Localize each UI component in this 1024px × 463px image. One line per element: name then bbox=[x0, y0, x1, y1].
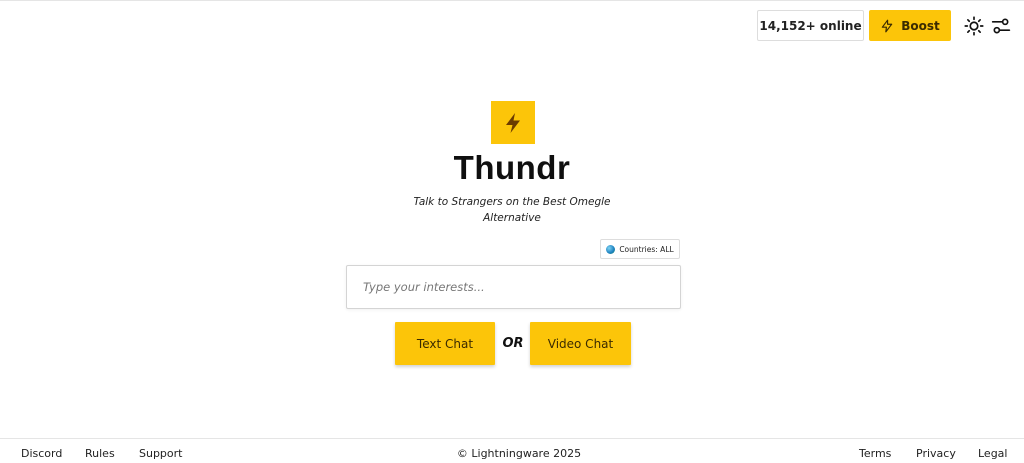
lightning-bolt-icon bbox=[881, 19, 893, 32]
footer-link-terms[interactable]: Terms bbox=[859, 447, 891, 460]
lightning-bolt-icon bbox=[506, 112, 520, 133]
footer-link-legal[interactable]: Legal bbox=[978, 447, 1007, 460]
footer: Discord Rules Support © Lightningware 20… bbox=[0, 438, 1024, 463]
page: 14,152+ online Boost Thundr Talk to Stra… bbox=[0, 0, 1024, 463]
boost-label: Boost bbox=[901, 18, 940, 33]
app-title: Thundr bbox=[453, 149, 571, 186]
countries-label: Countries: ALL bbox=[619, 244, 674, 254]
text-chat-button[interactable]: Text Chat bbox=[395, 322, 495, 365]
video-chat-button[interactable]: Video Chat bbox=[530, 322, 631, 365]
countries-filter-button[interactable]: Countries: ALL bbox=[600, 239, 680, 259]
boost-button[interactable]: Boost bbox=[869, 10, 951, 41]
sliders-icon[interactable] bbox=[991, 16, 1011, 36]
online-count-badge: 14,152+ online bbox=[757, 10, 864, 41]
tagline: Talk to Strangers on the Best Omegle Alt… bbox=[413, 196, 611, 224]
footer-link-privacy[interactable]: Privacy bbox=[916, 447, 956, 460]
interests-input[interactable] bbox=[346, 265, 681, 309]
online-count-text: 14,152+ online bbox=[759, 18, 862, 33]
globe-icon bbox=[606, 244, 616, 254]
sun-icon[interactable] bbox=[964, 16, 984, 36]
logo bbox=[491, 101, 535, 144]
or-divider-label: OR bbox=[502, 336, 524, 351]
